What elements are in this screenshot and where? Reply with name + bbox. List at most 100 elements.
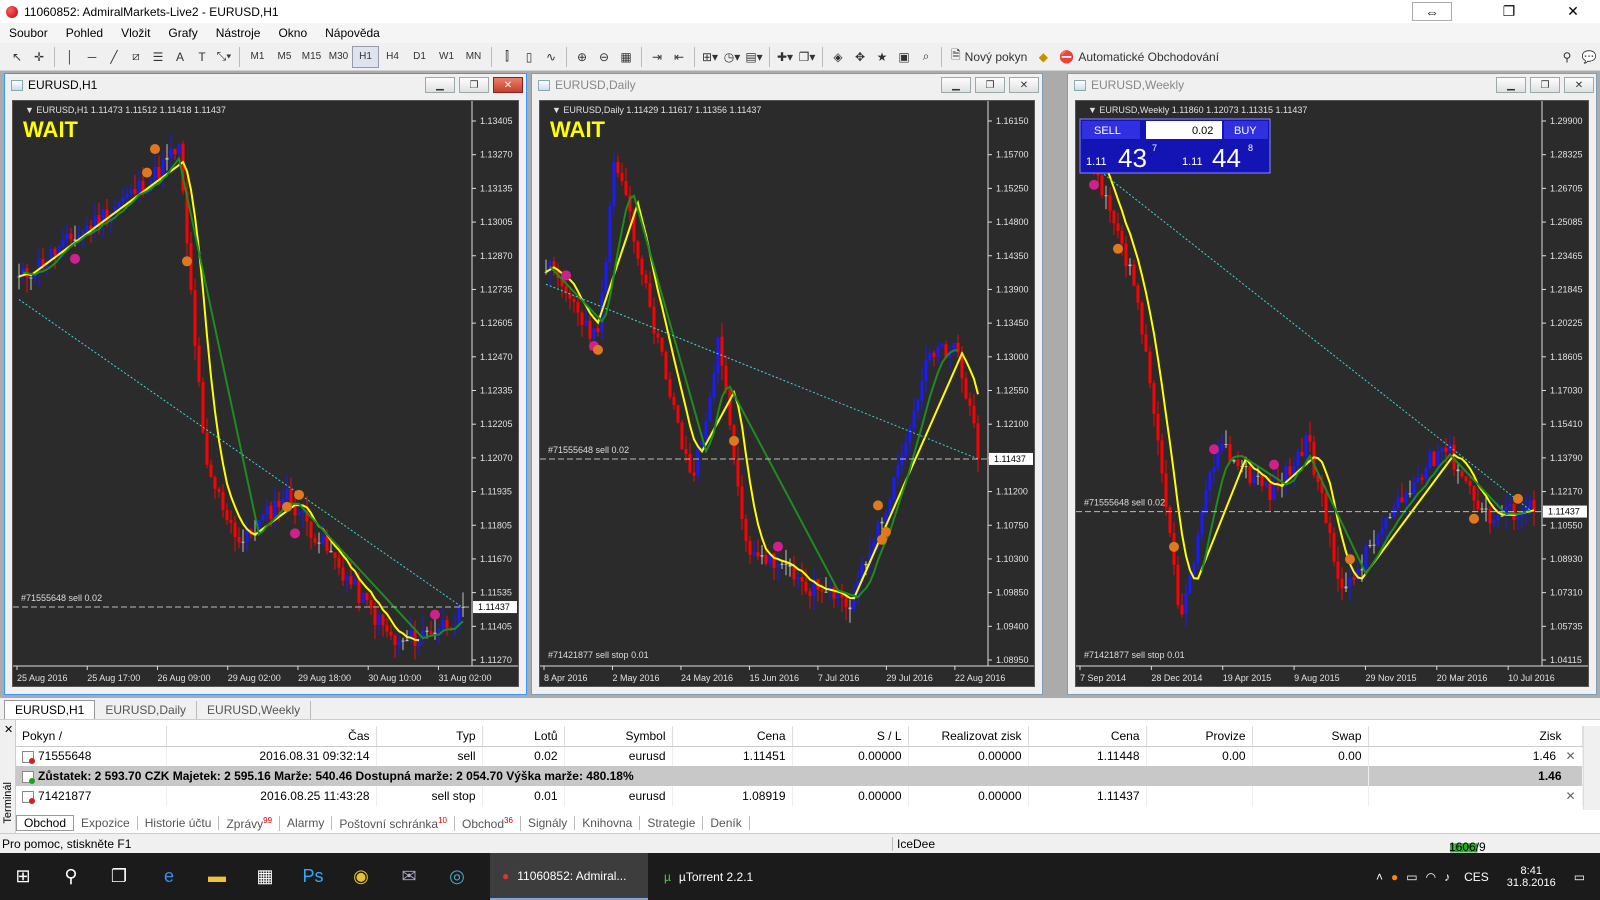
text-icon[interactable]: A xyxy=(169,46,191,68)
tf-w1[interactable]: W1 xyxy=(433,46,460,68)
explorer-icon[interactable]: ▬ xyxy=(194,853,240,900)
metaeditor-icon[interactable]: ◆ xyxy=(1032,46,1054,68)
col-time[interactable]: Čas xyxy=(166,726,377,747)
col-tp[interactable]: Realizovat zisk xyxy=(908,726,1029,747)
candle-chart-icon[interactable]: ▯ xyxy=(518,46,540,68)
menu-nastroje[interactable]: Nástroje xyxy=(207,26,270,40)
tf-d1[interactable]: D1 xyxy=(406,46,433,68)
ttab-journal[interactable]: Deník xyxy=(703,816,750,830)
tile-windows-icon[interactable]: ▦ xyxy=(615,46,637,68)
zoom-in-icon[interactable]: ⊕ xyxy=(571,46,593,68)
ttab-library[interactable]: Knihovna xyxy=(575,816,641,830)
autoscroll-icon[interactable]: ⇥ xyxy=(646,46,668,68)
chart-tab-daily[interactable]: EURUSD,Daily xyxy=(95,701,198,719)
data-window-icon[interactable]: ✥ xyxy=(849,46,871,68)
col-price[interactable]: Cena xyxy=(672,726,793,747)
auto-trading-button[interactable]: ⛔ Automatické Obchodování xyxy=(1054,46,1224,68)
restore-icon[interactable]: ⇔ xyxy=(1412,2,1452,21)
minimize-button[interactable]: ▁ xyxy=(941,77,971,93)
language-indicator[interactable]: CES xyxy=(1464,870,1489,884)
maximize-button[interactable]: ❐ xyxy=(459,77,489,93)
avast-icon[interactable]: ● xyxy=(1391,870,1398,884)
vertical-line-icon[interactable]: │ xyxy=(59,46,81,68)
menu-vlozit[interactable]: Vložit xyxy=(112,26,159,40)
photoshop-icon[interactable]: Ps xyxy=(290,853,336,900)
ttab-trade[interactable]: Obchod xyxy=(16,815,75,831)
horizontal-line-icon[interactable]: ─ xyxy=(81,46,103,68)
menu-napoveda[interactable]: Nápověda xyxy=(316,26,389,40)
zoom-out-icon[interactable]: ⊖ xyxy=(593,46,615,68)
edge-icon[interactable]: e xyxy=(146,853,192,900)
ttab-mailbox[interactable]: Poštovní schránka10 xyxy=(332,815,455,831)
profiles-icon[interactable]: ❐▾ xyxy=(796,46,818,68)
taskbar-utorrent[interactable]: µ µTorrent 2.2.1 xyxy=(652,853,802,900)
table-row[interactable]: 71555648 2016.08.31 09:32:14 sell 0.02 eur… xyxy=(16,746,1583,766)
taskbar-mt4[interactable]: ● 11060852: Admiral... xyxy=(490,853,648,900)
terminal-icon[interactable]: ▣ xyxy=(893,46,915,68)
search-icon[interactable]: ⚲ xyxy=(48,853,94,900)
tester-icon[interactable]: ⌕ xyxy=(915,46,937,68)
line-chart-icon[interactable]: ∿ xyxy=(540,46,562,68)
ttab-signals[interactable]: Signály xyxy=(521,816,576,830)
close-button[interactable]: ✕ xyxy=(1550,0,1596,23)
close-order-icon[interactable]: ✕ xyxy=(1565,749,1575,763)
menu-soubor[interactable]: Soubor xyxy=(0,26,57,40)
trendline-icon[interactable]: ╱ xyxy=(103,46,125,68)
chart-tab-weekly[interactable]: EURUSD,Weekly xyxy=(197,701,312,719)
close-icon[interactable]: ✕ xyxy=(4,723,13,736)
clock[interactable]: 8:41 31.8.2016 xyxy=(1507,865,1556,889)
col-symbol[interactable]: Symbol xyxy=(564,726,673,747)
mail-icon[interactable]: ✉ xyxy=(386,853,432,900)
close-button[interactable]: ✕ xyxy=(493,77,523,93)
bar-chart-icon[interactable]: ⫿ xyxy=(496,46,518,68)
tf-m1[interactable]: M1 xyxy=(244,46,271,68)
channel-icon[interactable]: ⧄ xyxy=(125,46,147,68)
task-view-icon[interactable]: ❐ xyxy=(96,853,142,900)
ttab-news[interactable]: Zprávy99 xyxy=(219,815,281,831)
col-current-price[interactable]: Cena xyxy=(1028,726,1147,747)
menu-pohled[interactable]: Pohled xyxy=(57,26,112,40)
tf-mn[interactable]: MN xyxy=(460,46,487,68)
maximize-button[interactable]: ❐ xyxy=(1486,0,1532,23)
store-icon[interactable]: ▦ xyxy=(242,853,288,900)
col-swap[interactable]: Swap xyxy=(1252,726,1369,747)
new-chart-icon[interactable]: ✚▾ xyxy=(774,46,796,68)
chrome-icon[interactable]: ◉ xyxy=(338,853,384,900)
wifi-icon[interactable]: ◠ xyxy=(1426,870,1436,884)
search-icon[interactable]: ⚲ xyxy=(1556,46,1578,68)
market-watch-icon[interactable]: ◈ xyxy=(827,46,849,68)
menu-grafy[interactable]: Grafy xyxy=(159,26,206,40)
table-row[interactable]: 71421877 2016.08.25 11:43:28 sell stop 0.0… xyxy=(16,786,1583,806)
chart-window-h1[interactable]: EURUSD,H1 ▁ ❐ ✕ 1.13405 1.13270 1.13135 1.1… xyxy=(4,73,527,695)
maximize-button[interactable]: ❐ xyxy=(975,77,1005,93)
menu-okno[interactable]: Okno xyxy=(269,26,316,40)
tf-h4[interactable]: H4 xyxy=(379,46,406,68)
start-icon[interactable]: ⊞ xyxy=(0,853,46,900)
tf-m5[interactable]: M5 xyxy=(271,46,298,68)
app-icon[interactable]: ◎ xyxy=(434,853,480,900)
minimize-button[interactable]: ▁ xyxy=(1496,77,1526,93)
label-icon[interactable]: T xyxy=(191,46,213,68)
shapes-icon[interactable]: ⤡▾ xyxy=(213,46,235,68)
ttab-alerts[interactable]: Alarmy xyxy=(280,816,333,830)
ttab-exposure[interactable]: Expozice xyxy=(74,816,138,830)
chart-window-weekly[interactable]: EURUSD,Weekly ▁ ❐ ✕ 1.29900 1.28325 1.2670… xyxy=(1067,73,1597,695)
chat-icon[interactable]: 💬 xyxy=(1578,46,1600,68)
price-chart[interactable]: 1.16150 1.15700 1.15250 1.14800 1.14350 1.139… xyxy=(539,100,1035,687)
volume-icon[interactable]: ♪ xyxy=(1444,870,1450,884)
chart-shift-icon[interactable]: ⇤ xyxy=(668,46,690,68)
chart-window-daily[interactable]: EURUSD,Daily ▁ ❐ ✕ 1.16150 1.15700 1.15250… xyxy=(531,73,1043,695)
minimize-button[interactable]: ▁ xyxy=(425,77,455,93)
navigator-icon[interactable]: ★ xyxy=(871,46,893,68)
notifications-icon[interactable]: ▭ xyxy=(1574,870,1585,884)
ttab-strategy[interactable]: Strategie xyxy=(640,816,704,830)
ttab-history[interactable]: Historie účtu xyxy=(138,816,220,830)
tf-m30[interactable]: M30 xyxy=(325,46,352,68)
crosshair-icon[interactable]: ✛ xyxy=(28,46,50,68)
close-order-icon[interactable]: ✕ xyxy=(1565,789,1575,803)
col-lots[interactable]: Lotů xyxy=(482,726,565,747)
cursor-icon[interactable]: ↖ xyxy=(6,46,28,68)
close-button[interactable]: ✕ xyxy=(1564,77,1594,93)
price-chart[interactable]: 1.29900 1.28325 1.26705 1.25085 1.23465 1.218… xyxy=(1075,100,1589,687)
close-button[interactable]: ✕ xyxy=(1009,77,1039,93)
